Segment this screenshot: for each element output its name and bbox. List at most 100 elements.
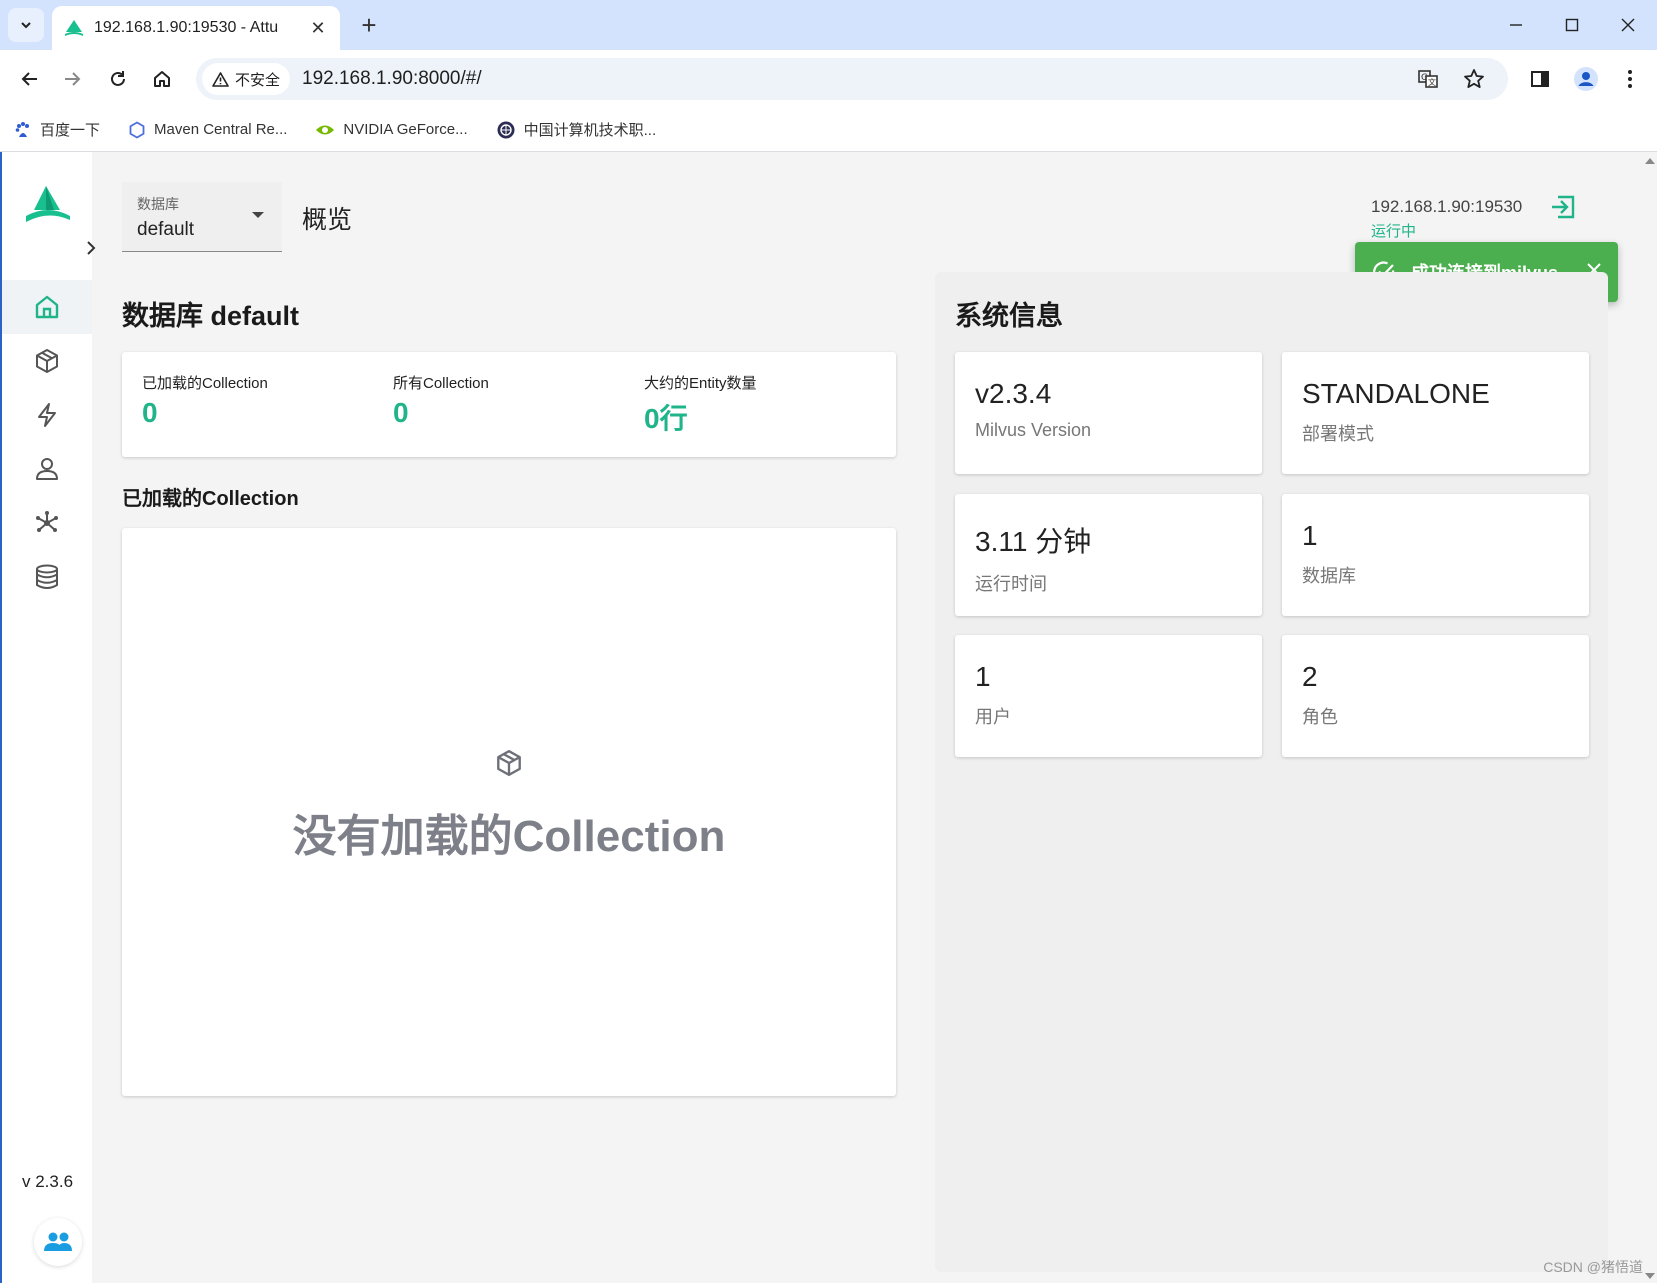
info-card-databases: 1 数据库 [1282,494,1589,616]
chevron-right-icon [87,241,96,255]
stat-all-collections: 所有Collection 0 [393,372,489,429]
stat-entity-count: 大约的Entity数量 0行 [644,372,757,437]
browser-tab[interactable]: 192.168.1.90:19530 - Attu ✕ [52,6,340,50]
info-label: Milvus Version [975,420,1092,440]
home-icon [35,295,59,319]
info-value: 2 [1302,661,1318,692]
warning-icon [212,71,229,87]
address-bar[interactable]: 不安全 192.168.1.90:8000/#/ G文 [196,58,1508,100]
info-value: 1 [1302,520,1318,551]
info-label: 用户 [975,707,1011,727]
home-button[interactable] [146,63,178,95]
bookmark-label: 百度一下 [40,122,101,139]
attu-logo-icon [26,186,70,222]
info-label: 运行时间 [975,574,1047,594]
window-close-button[interactable] [1606,8,1650,42]
close-icon [1621,18,1635,32]
translate-button[interactable]: G文 [1412,63,1444,95]
tab-title: 192.168.1.90:19530 - Attu [94,19,279,36]
maximize-button[interactable] [1550,8,1594,42]
database-stats-card: 已加载的Collection 0 所有Collection 0 大约的Entit… [122,352,896,457]
sidebar-item-system[interactable] [2,496,92,550]
stat-label: 所有Collection [393,375,489,392]
info-card-uptime: 3.11 分钟 运行时间 [955,494,1262,616]
database-select[interactable]: 数据库 default [122,182,282,252]
translate-icon: G文 [1418,70,1438,88]
nvidia-eye-icon [316,125,335,134]
info-value: 1 [975,661,991,692]
maximize-icon [1565,18,1579,32]
server-address: 192.168.1.90:19530 [1371,197,1523,216]
bookmark-nvidia[interactable]: NVIDIA GeForce... [315,121,468,138]
profile-button[interactable] [1570,63,1602,95]
bookmark-star-button[interactable] [1458,63,1490,95]
network-icon [36,511,58,532]
server-status: 运行中 [1371,223,1417,240]
home-icon [154,71,170,87]
reload-button[interactable] [102,63,134,95]
arrow-right-icon [65,72,81,86]
info-label: 数据库 [1302,566,1356,586]
chevron-down-icon [21,22,31,29]
stat-loaded-collections: 已加载的Collection 0 [142,372,268,429]
sidebar-expand-button[interactable] [80,234,102,262]
users-avatar-button[interactable] [34,1218,82,1266]
sidebar-item-collections[interactable] [2,334,92,388]
bookmark-csta[interactable]: 中国计算机技术职... [496,119,656,140]
profile-avatar-icon [1574,67,1598,91]
group-icon [44,1232,72,1251]
logout-button[interactable] [1548,192,1578,222]
arrow-left-icon [21,72,37,86]
bookmark-maven[interactable]: Maven Central Re... [128,120,287,139]
side-panel-button[interactable] [1524,63,1556,95]
sidebar-item-databases[interactable] [2,550,92,604]
info-label: 角色 [1302,707,1338,727]
forward-button[interactable] [56,63,88,95]
reload-icon [111,71,125,86]
bookmark-baidu[interactable]: 百度一下 [14,119,100,140]
browser-tabstrip: 192.168.1.90:19530 - Attu ✕ + [0,0,1657,50]
bookmark-label: NVIDIA GeForce... [343,121,468,138]
stat-label: 大约的Entity数量 [644,375,757,392]
new-tab-button[interactable]: + [354,10,384,40]
stat-value: 0行 [644,403,688,434]
database-icon [36,564,58,589]
browser-menu-button[interactable] [1614,63,1646,95]
user-icon [36,458,58,480]
empty-state-text: 没有加载的Collection [292,812,726,861]
stat-value: 0 [393,397,409,428]
security-label: 不安全 [235,71,281,89]
logout-icon [1552,195,1575,219]
scrollbar-down-arrow[interactable] [1645,1273,1655,1279]
tab-close-icon[interactable]: ✕ [308,18,328,39]
scrollbar-up-arrow[interactable] [1645,158,1655,164]
page-title: 概览 [302,206,353,234]
info-card-version: v2.3.4 Milvus Version [955,352,1262,474]
info-value: STANDALONE [1302,378,1490,409]
lightning-icon [38,403,56,427]
attu-app: v 2.3.6 数据库 default 概览 192.168.1.90:1953… [0,152,1657,1283]
empty-cube-icon [494,748,524,783]
sidebar-item-overview[interactable] [2,280,92,334]
info-card-roles: 2 角色 [1282,635,1589,757]
loaded-collections-title: 已加载的Collection [122,488,299,510]
site-security-chip[interactable]: 不安全 [202,63,291,95]
sidebar-item-users[interactable] [2,442,92,496]
stat-label: 已加载的Collection [142,375,268,392]
attu-logo[interactable] [24,184,72,233]
minimize-button[interactable] [1494,8,1538,42]
stat-value: 0 [142,397,158,428]
sidebar-item-search[interactable] [2,388,92,442]
back-button[interactable] [14,63,46,95]
sidebar: v 2.3.6 [0,152,96,1283]
bookmarks-bar: 百度一下 Maven Central Re... NVIDIA GeForce.… [0,108,1657,152]
globe-seal-icon [497,121,515,138]
info-label: 部署模式 [1302,424,1374,444]
tab-search-button[interactable] [8,8,44,42]
svg-text:文: 文 [1428,77,1436,87]
more-vertical-icon [1628,70,1632,88]
cube-icon [36,349,58,373]
hexagon-icon [129,120,145,139]
url-text[interactable]: 192.168.1.90:8000/#/ [302,68,482,90]
database-section-title: 数据库 default [122,301,300,331]
